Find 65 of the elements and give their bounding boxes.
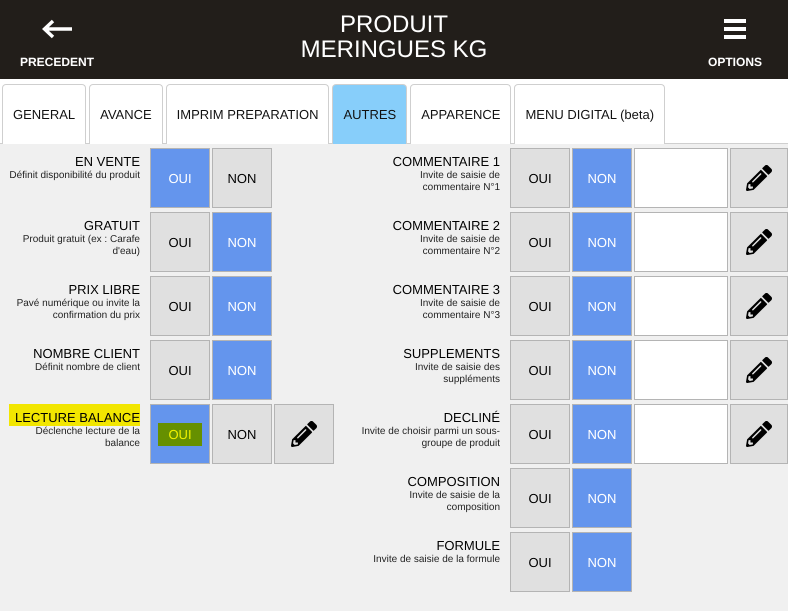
option-button[interactable]: OUI <box>510 532 570 592</box>
setting-description: Invite de choisir parmi un sous-groupe de produit <box>361 426 500 450</box>
comment-field[interactable] <box>634 212 728 272</box>
setting-description: Invite de saisie de commentaire N°2 <box>418 234 500 258</box>
option-button[interactable]: OUI <box>150 340 210 400</box>
setting-title: COMPOSITION <box>406 473 500 490</box>
product-name: MERINGUES KG <box>300 37 488 62</box>
page-title: PRODUIT <box>340 12 448 37</box>
setting-description: Définit nombre de client <box>34 362 140 374</box>
pencil-icon <box>746 421 772 447</box>
menu-icon <box>724 19 746 39</box>
setting-title: EN VENTE <box>74 153 140 170</box>
tab[interactable]: IMPRIM PREPARATION <box>166 84 330 144</box>
setting-title: LECTURE BALANCE <box>9 404 140 426</box>
comment-field[interactable] <box>634 148 728 208</box>
setting-title: PRIX LIBRE <box>67 281 140 298</box>
setting-title: COMMENTAIRE 1 <box>392 153 500 170</box>
pencil-icon <box>746 357 772 383</box>
comment-field[interactable] <box>634 404 728 464</box>
comment-field[interactable] <box>634 340 728 400</box>
setting-description: Pavé numérique ou invite la confirmation du prix <box>16 298 140 322</box>
setting-description: Invite de saisie de commentaire N°1 <box>418 170 500 194</box>
option-button[interactable]: NON <box>212 148 272 208</box>
tab[interactable]: AVANCE <box>89 84 163 144</box>
pencil-icon <box>746 293 772 319</box>
setting-description: Déclenche lecture de la balance <box>34 426 140 450</box>
setting-title: COMMENTAIRE 3 <box>392 281 500 298</box>
setting-description: Définit disponibilité du produit <box>9 170 140 182</box>
tab[interactable]: APPARENCE <box>410 84 512 144</box>
setting-description: Invite de saisie de la formule <box>373 554 500 566</box>
edit-button[interactable] <box>730 276 788 336</box>
option-button[interactable]: OUI <box>150 276 210 336</box>
option-button[interactable]: OUI <box>510 404 570 464</box>
options-button[interactable]: OPTIONS <box>708 0 762 69</box>
option-button[interactable]: OUI <box>510 148 570 208</box>
option-button[interactable]: OUI <box>510 276 570 336</box>
option-button[interactable]: NON <box>212 404 272 464</box>
back-arrow-icon <box>40 19 74 39</box>
option-button[interactable]: OUI <box>510 212 570 272</box>
tab[interactable]: MENU DIGITAL (beta) <box>514 84 666 144</box>
pencil-icon <box>746 229 772 255</box>
edit-button[interactable] <box>730 212 788 272</box>
option-button[interactable]: OUI <box>510 340 570 400</box>
setting-title: GRATUIT <box>82 217 140 234</box>
setting-title: COMMENTAIRE 2 <box>392 217 500 234</box>
tab[interactable]: GENERAL <box>2 84 86 144</box>
pencil-icon <box>746 165 772 191</box>
edit-button[interactable] <box>730 404 788 464</box>
comment-field[interactable] <box>634 276 728 336</box>
setting-description: Invite de saisie des suppléments <box>414 362 500 386</box>
edit-button[interactable] <box>730 340 788 400</box>
setting-title: FORMULE <box>435 537 500 554</box>
setting-title: DECLINÉ <box>442 409 500 426</box>
back-button[interactable]: PRECEDENT <box>20 0 94 69</box>
setting-description: Invite de saisie de la composition <box>408 490 500 514</box>
edit-button[interactable] <box>730 148 788 208</box>
edit-button[interactable] <box>274 404 334 464</box>
setting-description: Invite de saisie de commentaire N°3 <box>418 298 500 322</box>
setting-description: Produit gratuit (ex : Carafe d'eau) <box>22 234 140 258</box>
option-button[interactable]: OUI <box>510 468 570 528</box>
setting-title: NOMBRE CLIENT <box>32 345 140 362</box>
tab[interactable]: AUTRES <box>332 84 408 144</box>
pencil-icon <box>291 421 317 447</box>
setting-title: SUPPLEMENTS <box>402 345 500 362</box>
option-button[interactable]: OUI <box>150 212 210 272</box>
